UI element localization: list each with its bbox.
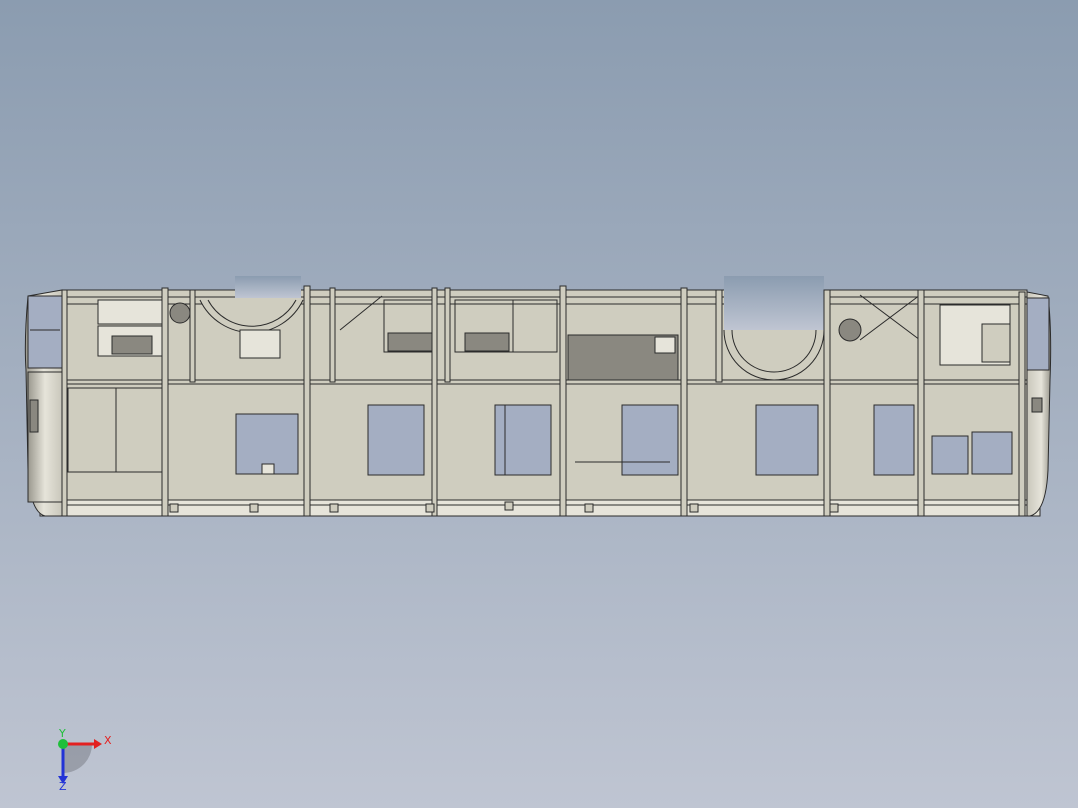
triad-y-axis [58,739,68,749]
door-interior-light [654,336,676,354]
bus-body-model[interactable] [24,276,1052,517]
roof-cutout-rear [724,276,824,330]
side-window-5 [755,404,819,476]
triad-z-label: Z [59,780,67,793]
rear-fan [838,318,862,342]
grille-1 [387,332,433,352]
front-engine-box [239,329,281,359]
seat-block [261,463,275,475]
front-control-module [111,335,153,355]
rear-upper-glass [1026,297,1050,371]
cad-viewport[interactable]: X Y Z [0,0,1078,808]
side-window-7b [971,431,1013,475]
cad-scene[interactable]: X Y Z [0,0,1078,808]
triad-y-label: Y [58,727,66,740]
front-lower-panel [27,371,63,503]
front-fan [169,302,191,324]
side-window-7a [931,435,969,475]
front-upper-glass [27,295,63,369]
side-window-3 [494,404,552,476]
rear-lamp [1031,397,1043,413]
chassis-skirt [39,499,1041,517]
grille-2 [464,332,510,352]
side-window-2 [367,404,425,476]
roof-cutout-front [235,276,301,298]
front-headlamp [29,399,39,433]
side-window-4 [621,404,679,476]
front-compartment-panel [97,299,163,325]
rear-service-hatch [981,323,1011,363]
triad-x-label: X [104,734,112,747]
side-window-6 [873,404,915,476]
